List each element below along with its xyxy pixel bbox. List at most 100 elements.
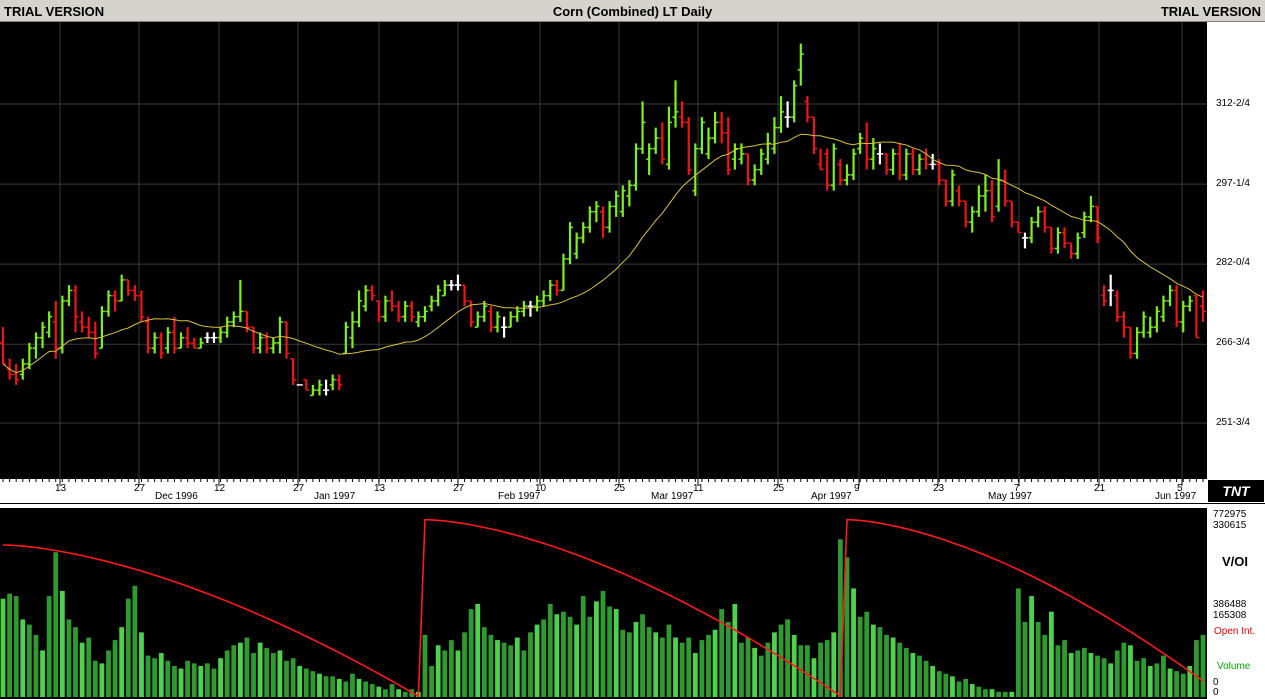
volume-bar <box>1029 596 1034 697</box>
volume-bar <box>528 632 533 697</box>
price-bar <box>593 201 600 223</box>
volume-bar <box>514 637 520 697</box>
price-bar <box>876 143 883 165</box>
volume-bar <box>33 634 39 697</box>
volume-bar <box>996 691 1002 697</box>
volume-bar <box>969 684 975 697</box>
volume-bar <box>0 598 6 697</box>
volume-bar <box>422 634 428 697</box>
volume-bar <box>158 653 164 697</box>
price-bar <box>745 153 752 186</box>
open-interest-legend: Open Int. <box>1214 626 1256 637</box>
date-month-label: Apr 1997 <box>811 491 852 502</box>
price-bar <box>1002 169 1009 207</box>
price-bar <box>32 332 39 359</box>
volume-bar <box>1141 658 1147 697</box>
volume-bar <box>884 634 889 697</box>
tnt-logo: TNT <box>1208 480 1264 502</box>
volume-tick-label: 0 <box>1213 687 1219 698</box>
volume-bar <box>752 647 758 697</box>
volume-bar <box>350 673 355 697</box>
volume-bar <box>251 653 256 697</box>
volume-bar <box>541 619 547 697</box>
volume-bar <box>1108 663 1114 697</box>
volume-bar <box>1194 640 1199 697</box>
price-bar <box>395 300 402 322</box>
price-bar <box>184 327 191 349</box>
price-bar <box>771 117 778 154</box>
volume-bar <box>204 663 210 697</box>
price-bar <box>1186 295 1193 312</box>
price-bar <box>1180 300 1187 333</box>
price-bar <box>237 279 244 322</box>
volume-bar <box>1167 668 1173 697</box>
price-bar <box>276 316 283 354</box>
price-bar <box>494 311 501 333</box>
price-bar <box>283 321 290 359</box>
price-bar <box>600 206 606 238</box>
price-bar <box>164 327 171 354</box>
volume-bar <box>310 671 316 697</box>
price-bar <box>329 374 336 391</box>
date-day-label: 11 <box>693 483 704 494</box>
price-bar <box>1127 326 1134 359</box>
volume-bar <box>600 590 606 697</box>
price-bar <box>883 153 890 175</box>
price-bar <box>791 80 798 123</box>
price-bar <box>982 174 989 212</box>
volume-bar <box>317 673 322 697</box>
price-bar <box>428 295 435 312</box>
volume-bar <box>1088 653 1094 697</box>
volume-bar <box>633 622 639 697</box>
volume-bar <box>561 611 566 697</box>
volume-bar <box>1128 645 1133 697</box>
volume-bar <box>106 650 111 697</box>
price-bar <box>1015 221 1022 234</box>
volume-tick-label: 330615 <box>1213 520 1247 531</box>
price-bar <box>890 148 897 175</box>
volume-bar <box>139 632 144 697</box>
volume-bar <box>396 689 402 697</box>
price-bar <box>356 290 363 328</box>
volume-bar <box>119 627 125 697</box>
price-bar <box>1074 232 1081 259</box>
price-bar <box>896 143 903 181</box>
price-bar <box>402 300 409 322</box>
date-axis: 13 27 12 27 13 27 10 25 11 25 9 23 7 21 … <box>0 479 1265 503</box>
date-day-label: 13 <box>55 483 67 494</box>
price-bar <box>619 185 626 217</box>
volume-bar <box>936 671 942 697</box>
title-bar: TRIAL VERSION Corn (Combined) LT Daily T… <box>0 0 1265 22</box>
volume-bar <box>983 689 988 697</box>
volume-bar <box>567 616 573 697</box>
price-bar <box>217 327 224 343</box>
volume-bar <box>284 660 289 697</box>
price-chart[interactable] <box>0 22 1207 479</box>
price-bar <box>158 332 165 359</box>
price-bar <box>679 101 686 128</box>
volume-bar <box>152 658 158 697</box>
price-bar <box>1008 200 1015 228</box>
volume-oi-chart[interactable] <box>0 508 1207 699</box>
volume-bar <box>336 678 342 697</box>
volume-bar <box>692 653 698 697</box>
volume-bar <box>86 637 92 697</box>
price-bar <box>1035 206 1042 228</box>
price-bar <box>369 285 376 301</box>
price-bar <box>665 106 672 170</box>
price-bar <box>1048 226 1055 254</box>
volume-bar <box>725 622 731 697</box>
price-bar <box>1167 285 1174 307</box>
volume-bar <box>1068 653 1074 697</box>
price-bar <box>336 374 343 391</box>
date-day-label: 25 <box>614 483 626 494</box>
volume-bar <box>270 653 276 697</box>
price-bar <box>652 127 659 154</box>
price-bar <box>342 321 349 355</box>
price-bar <box>210 332 217 343</box>
price-bar <box>1114 290 1121 322</box>
volume-bar <box>185 660 191 697</box>
date-month-label: Mar 1997 <box>651 491 694 502</box>
volume-bar <box>429 665 434 697</box>
price-bar <box>171 316 178 354</box>
